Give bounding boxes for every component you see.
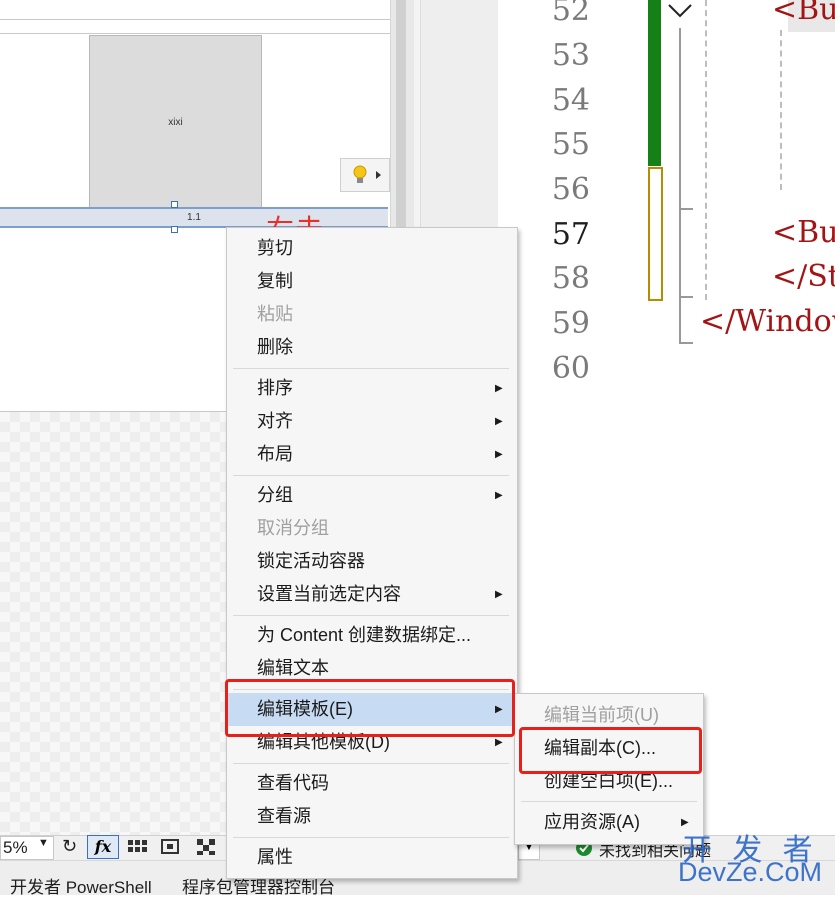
menu-item-delete[interactable]: 删除 [227, 331, 517, 364]
refresh-icon[interactable]: ↻ [62, 836, 77, 857]
submenu-arrow-icon: ▶ [495, 383, 503, 394]
submenu-arrow-icon: ▶ [495, 449, 503, 460]
grid-icon[interactable] [127, 838, 149, 856]
indent-guide [780, 30, 782, 190]
selected-element-label: 1.1 [187, 212, 201, 223]
menu-item-cut[interactable]: 剪切 [227, 232, 517, 265]
selected-element[interactable]: 1.1 [0, 207, 388, 228]
line-number: 56 [551, 172, 590, 207]
line-number-current: 57 [551, 217, 590, 252]
annotation-highlight-edit-template [225, 679, 515, 737]
menu-item-group[interactable]: 分组 ▶ [227, 479, 517, 512]
menu-separator [233, 368, 509, 369]
designer-divider [0, 19, 390, 20]
submenu-arrow-icon: ▶ [495, 416, 503, 427]
designer-button-xixi[interactable]: xixi [89, 35, 262, 209]
snap-grid-icon[interactable] [160, 838, 184, 856]
menu-item-copy[interactable]: 复制 [227, 265, 517, 298]
menu-item-properties[interactable]: 属性 [227, 841, 517, 874]
menu-item-set-current-selection[interactable]: 设置当前选定内容 ▶ [227, 578, 517, 611]
change-indicator-saved [648, 0, 661, 166]
menu-separator [233, 475, 509, 476]
zoom-value: 5% [3, 838, 28, 857]
menu-item-view-code[interactable]: 查看代码 [227, 767, 517, 800]
button-text: xixi [168, 116, 183, 128]
line-number: 52 [551, 0, 590, 28]
menu-item-layout[interactable]: 布局 ▶ [227, 438, 517, 471]
menu-item-order[interactable]: 排序 ▶ [227, 372, 517, 405]
line-number: 55 [551, 127, 590, 162]
zoom-dropdown[interactable]: 5% ▼ [0, 836, 54, 860]
submenu-arrow-icon: ▶ [495, 589, 503, 600]
code-line-52: <But [772, 0, 835, 27]
watermark-logo: 开 发 者 DevZe.CoM [678, 825, 832, 891]
chevron-down-icon: ▼ [38, 837, 49, 849]
menu-separator [521, 801, 697, 802]
annotation-highlight-edit-copy [519, 727, 702, 774]
context-menu: 剪切 复制 粘贴 删除 排序 ▶ 对齐 ▶ 布局 ▶ 分组 ▶ 取消分组 锁定活动容器 … [226, 227, 518, 879]
menu-item-align[interactable]: 对齐 ▶ [227, 405, 517, 438]
line-number: 58 [551, 261, 590, 296]
outline-guide [679, 208, 693, 210]
resize-handle[interactable] [171, 201, 178, 208]
code-line-58: </St [772, 259, 835, 294]
menu-separator [233, 837, 509, 838]
designer-divider [0, 33, 390, 34]
collapse-chevron-icon[interactable] [664, 0, 694, 30]
menu-item-view-source[interactable]: 查看源 [227, 800, 517, 833]
tab-developer-powershell[interactable]: 开发者 PowerShell [10, 873, 152, 898]
submenu-item-apply-resource[interactable]: 应用资源(A) ▶ [515, 806, 703, 839]
indent-guide [705, 0, 707, 300]
menu-item-paste[interactable]: 粘贴 [227, 298, 517, 331]
resize-handle[interactable] [171, 226, 178, 233]
watermark-domain: DevZe.CoM [678, 857, 823, 887]
transparency-icon[interactable] [196, 838, 216, 856]
code-line-57: <But [772, 215, 835, 250]
menu-separator [233, 763, 509, 764]
outline-guide [679, 296, 693, 298]
line-number: 54 [551, 83, 590, 118]
submenu-arrow-icon: ▶ [495, 490, 503, 501]
code-line-59: </Window [700, 304, 835, 339]
line-number: 53 [551, 38, 590, 73]
menu-item-pin-active-container[interactable]: 锁定活动容器 [227, 545, 517, 578]
lightbulb-icon [353, 165, 381, 183]
fx-effects-icon[interactable]: fx [87, 835, 119, 859]
menu-item-create-data-binding[interactable]: 为 Content 创建数据绑定... [227, 619, 517, 652]
line-number: 60 [551, 351, 590, 386]
menu-item-ungroup[interactable]: 取消分组 [227, 512, 517, 545]
outline-guide [679, 342, 693, 344]
change-indicator-unsaved [648, 167, 663, 301]
quick-actions-button[interactable] [340, 158, 390, 192]
menu-separator [233, 615, 509, 616]
line-number: 59 [551, 306, 590, 341]
